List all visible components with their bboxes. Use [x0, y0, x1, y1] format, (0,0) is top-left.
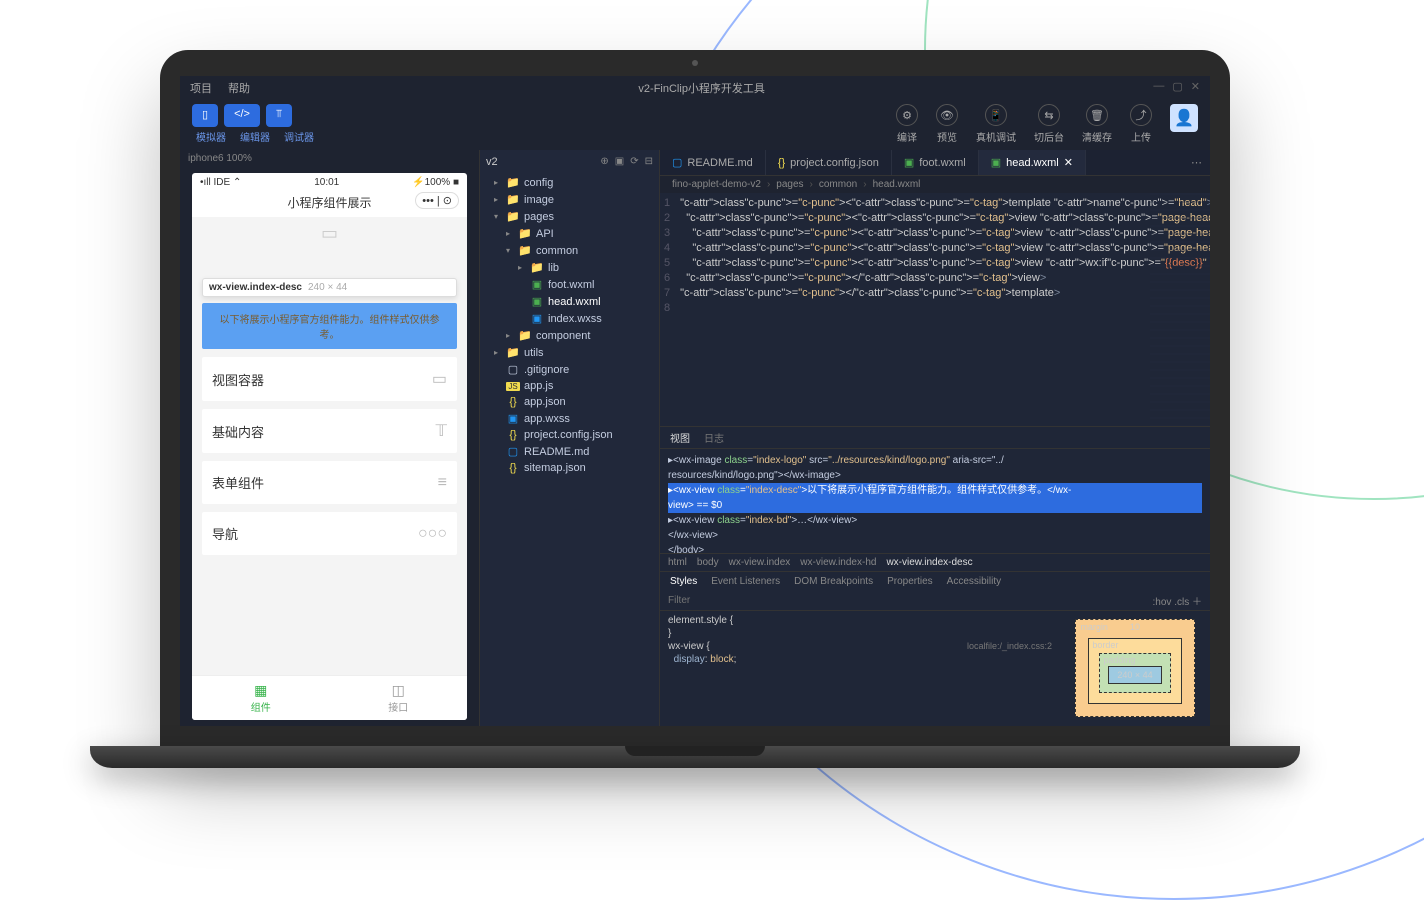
editor-tab[interactable]: ▣head.wxml✕: [979, 150, 1086, 175]
breadcrumbs[interactable]: fino-applet-demo-v2›pages›common›head.wx…: [660, 176, 1210, 193]
tree-item[interactable]: ▣index.wxss: [480, 310, 659, 327]
tree-item[interactable]: ▣app.wxss: [480, 410, 659, 427]
dom-breadcrumb[interactable]: htmlbodywx-view.indexwx-view.index-hdwx-…: [660, 553, 1210, 571]
tree-item[interactable]: ▸📁image: [480, 191, 659, 208]
file-explorer: v2 ⊕ ▣ ⟳ ⊟ ▸📁config▸📁image▾📁pages▸📁API▾📁…: [480, 150, 660, 726]
editor-tab[interactable]: {}project.config.json: [766, 150, 892, 175]
action-1[interactable]: 👁预览: [936, 104, 958, 144]
mode-editor[interactable]: </>: [224, 104, 260, 127]
capsule-button[interactable]: ••• | ⊙: [415, 192, 459, 209]
style-tab[interactable]: DOM Breakpoints: [794, 576, 873, 587]
maximize-icon[interactable]: ▢: [1172, 80, 1182, 96]
ide-window: 项目 帮助 v2-FinClip小程序开发工具 — ▢ ✕ ▯ </> ⫪: [180, 76, 1210, 726]
dom-inspector[interactable]: ▸<wx-image class="index-logo" src="../re…: [660, 449, 1210, 553]
style-tab[interactable]: Properties: [887, 576, 933, 587]
tab-components[interactable]: ▦组件: [192, 676, 330, 720]
list-item[interactable]: 表单组件≡: [202, 461, 457, 504]
phone-tabbar: ▦组件 ◫接口: [192, 675, 467, 720]
minimize-icon[interactable]: —: [1153, 80, 1164, 96]
editor-tab[interactable]: ▣foot.wxml: [892, 150, 979, 175]
mode-simulator[interactable]: ▯: [192, 104, 218, 127]
styles-filter-extras[interactable]: :hov .cls ＋: [1153, 593, 1202, 608]
battery-icon: ⚡100% ■: [412, 177, 459, 188]
new-file-icon[interactable]: ⊕: [600, 156, 608, 168]
inspector-tooltip: wx-view.index-desc 240 × 44: [202, 278, 457, 297]
mode-label-sim: 模拟器: [192, 129, 230, 144]
tree-item[interactable]: {}sitemap.json: [480, 460, 659, 476]
camera-dot: [692, 60, 698, 66]
tab-api[interactable]: ◫接口: [330, 676, 468, 720]
device-label[interactable]: iphone6 100%: [180, 150, 479, 167]
tree-item[interactable]: ▢.gitignore: [480, 361, 659, 378]
tabs-more-icon[interactable]: ⋯: [1183, 150, 1210, 175]
window-controls: — ▢ ✕: [1153, 80, 1200, 96]
signal-icon: •ıll IDE ⌃: [200, 177, 241, 188]
tree-item[interactable]: ▣foot.wxml: [480, 276, 659, 293]
list-item[interactable]: 导航○○○: [202, 512, 457, 555]
style-tab[interactable]: Styles: [670, 576, 697, 587]
tree-item[interactable]: ▸📁component: [480, 327, 659, 344]
laptop-frame: 项目 帮助 v2-FinClip小程序开发工具 — ▢ ✕ ▯ </> ⫪: [160, 50, 1230, 768]
action-2[interactable]: 📱真机调试: [976, 104, 1016, 144]
action-3[interactable]: ⇆切后台: [1034, 104, 1064, 144]
code-editor[interactable]: 12345678 "c-attr">class"c-punc">="c-punc…: [660, 193, 1210, 426]
minimap[interactable]: [1150, 193, 1210, 426]
menu-project[interactable]: 项目: [190, 80, 212, 96]
menubar: 项目 帮助 v2-FinClip小程序开发工具 — ▢ ✕: [180, 76, 1210, 100]
avatar[interactable]: 👤: [1170, 104, 1198, 132]
refresh-icon[interactable]: ⟳: [630, 156, 638, 168]
collapse-icon[interactable]: ⊟: [645, 156, 653, 168]
devtab-log[interactable]: 日志: [704, 430, 724, 445]
close-tab-icon[interactable]: ✕: [1064, 156, 1073, 169]
window-title: v2-FinClip小程序开发工具: [266, 80, 1137, 96]
action-5[interactable]: ⤴上传: [1130, 104, 1152, 144]
list-item[interactable]: 视图容器▭: [202, 357, 457, 401]
status-time: 10:01: [314, 177, 339, 188]
toolbar: ▯ </> ⫪ 模拟器 编辑器 调试器 ⚙编译 👁预览 📱真机调试 ⇆切后台 🗑清缓存 ⤴…: [180, 100, 1210, 150]
app-title: 小程序组件展示 ••• | ⊙: [192, 192, 467, 217]
mode-label-edit: 编辑器: [236, 129, 274, 144]
style-tab[interactable]: Event Listeners: [711, 576, 780, 587]
tree-item[interactable]: ▸📁API: [480, 225, 659, 242]
devtab-view[interactable]: 视图: [670, 430, 690, 445]
action-4[interactable]: 🗑清缓存: [1082, 104, 1112, 144]
tree-item[interactable]: ▣head.wxml: [480, 293, 659, 310]
list-item[interactable]: 基础内容𝕋: [202, 409, 457, 453]
tree-item[interactable]: ▾📁common: [480, 242, 659, 259]
tree-item[interactable]: ▸📁lib: [480, 259, 659, 276]
simulator-pane: iphone6 100% •ıll IDE ⌃ 10:01 ⚡100% ■ 小程…: [180, 150, 480, 726]
tree-item[interactable]: ▸📁config: [480, 174, 659, 191]
devtools: 视图 日志 ▸<wx-image class="index-logo" src=…: [660, 426, 1210, 726]
box-content-size: 240 × 44: [1108, 666, 1161, 684]
tree-item[interactable]: ▸📁utils: [480, 344, 659, 361]
mode-debugger[interactable]: ⫪: [266, 104, 292, 127]
tree-item[interactable]: ▢README.md: [480, 443, 659, 460]
phone-frame: •ıll IDE ⌃ 10:01 ⚡100% ■ 小程序组件展示 ••• | ⊙…: [192, 173, 467, 720]
project-root[interactable]: v2: [486, 156, 498, 168]
box-model: 10 240 × 44: [1060, 611, 1210, 726]
action-0[interactable]: ⚙编译: [896, 104, 918, 144]
tree-item[interactable]: JSapp.js: [480, 378, 659, 394]
tree-item[interactable]: {}app.json: [480, 394, 659, 410]
menu-help[interactable]: 帮助: [228, 80, 250, 96]
style-tab[interactable]: Accessibility: [947, 576, 1001, 587]
tree-item[interactable]: ▾📁pages: [480, 208, 659, 225]
close-icon[interactable]: ✕: [1191, 80, 1200, 96]
phone-statusbar: •ıll IDE ⌃ 10:01 ⚡100% ■: [192, 173, 467, 192]
tree-item[interactable]: {}project.config.json: [480, 427, 659, 443]
editor-tabs: ▢README.md{}project.config.json▣foot.wxm…: [660, 150, 1210, 176]
highlighted-element[interactable]: 以下将展示小程序官方组件能力。组件样式仅供参考。: [202, 303, 457, 349]
styles-filter-input[interactable]: [668, 595, 1143, 606]
new-folder-icon[interactable]: ▣: [615, 156, 624, 168]
css-rules[interactable]: element.style {}</span>.index-desc {</di…: [660, 611, 1060, 726]
mode-label-debug: 调试器: [280, 129, 318, 144]
editor-tab[interactable]: ▢README.md: [660, 150, 766, 175]
